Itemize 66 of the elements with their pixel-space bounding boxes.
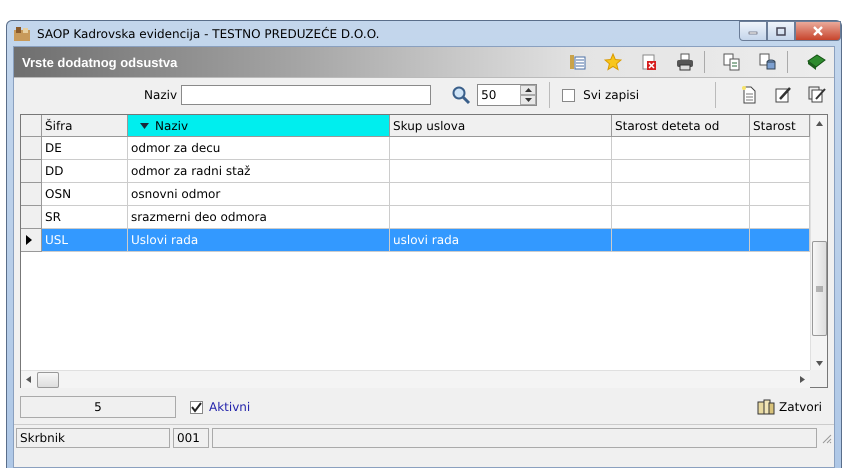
status-panel: Skrbnik bbox=[16, 428, 170, 448]
minimize-button[interactable] bbox=[739, 21, 767, 41]
print-icon[interactable] bbox=[676, 53, 694, 71]
close-button[interactable] bbox=[795, 21, 841, 41]
down-arrow-icon bbox=[524, 98, 532, 102]
help-book-icon[interactable] bbox=[806, 53, 826, 71]
close-icon bbox=[812, 26, 824, 36]
close-window-button[interactable]: Zatvori bbox=[753, 397, 826, 417]
column-header[interactable]: Naziv bbox=[128, 115, 390, 137]
scroll-thumb[interactable] bbox=[37, 372, 59, 388]
scroll-up-icon[interactable] bbox=[816, 121, 822, 126]
row-pointer-icon bbox=[26, 235, 32, 245]
all-records-checkbox[interactable] bbox=[562, 88, 576, 102]
maximize-button[interactable] bbox=[767, 21, 795, 41]
delete-document-icon[interactable] bbox=[640, 53, 658, 71]
page-size-spinner[interactable]: 50 bbox=[477, 84, 538, 106]
scroll-thumb[interactable] bbox=[812, 241, 826, 336]
active-label: Aktivni bbox=[209, 400, 250, 414]
table-cell: Uslovi rada bbox=[131, 233, 198, 247]
table-cell: USL bbox=[45, 233, 68, 247]
table-row[interactable]: OSN osnovni odmor bbox=[21, 183, 810, 206]
horizontal-scrollbar[interactable] bbox=[21, 370, 810, 388]
up-arrow-icon bbox=[524, 88, 532, 92]
panel-title: Vrste dodatnog odsustva bbox=[22, 54, 178, 70]
edit-document-icon[interactable] bbox=[774, 86, 792, 104]
resize-grip-icon[interactable] bbox=[820, 432, 832, 444]
edit-multiple-icon[interactable] bbox=[808, 86, 826, 104]
scrollbar-corner bbox=[810, 370, 827, 387]
database-document-icon[interactable] bbox=[759, 53, 777, 71]
window-title: SAOP Kadrovska evidencija - TESTNO PREDUZEĆE D.O.O. bbox=[37, 26, 380, 40]
column-header[interactable]: Skup uslova bbox=[390, 115, 612, 137]
star-icon[interactable] bbox=[604, 53, 622, 71]
table-row[interactable]: DD odmor za radni staž bbox=[21, 160, 810, 183]
app-icon bbox=[13, 26, 31, 42]
scroll-down-icon[interactable] bbox=[816, 361, 822, 366]
status-panel: 001 bbox=[173, 428, 209, 448]
sort-down-icon bbox=[140, 122, 149, 128]
search-icon[interactable] bbox=[451, 85, 472, 105]
copy-documents-icon[interactable] bbox=[723, 53, 741, 71]
table-cell: srazmerni deo odmora bbox=[131, 210, 267, 224]
new-document-icon[interactable] bbox=[740, 86, 758, 104]
table-cell: SR bbox=[45, 210, 61, 224]
active-checkbox[interactable] bbox=[190, 400, 203, 414]
table-cell: odmor za radni staž bbox=[131, 164, 250, 178]
search-field[interactable] bbox=[181, 85, 432, 105]
table-cell: DD bbox=[45, 164, 64, 178]
column-header[interactable]: Starost deteta od bbox=[612, 115, 750, 137]
grip-icon bbox=[816, 286, 822, 292]
table-cell: DE bbox=[45, 141, 62, 155]
check-icon bbox=[191, 402, 202, 412]
record-count: 5 bbox=[20, 396, 176, 418]
columns-icon[interactable] bbox=[568, 53, 586, 71]
all-records-label: Svi zapisi bbox=[583, 88, 640, 102]
maximize-icon bbox=[776, 26, 786, 36]
spin-up-button[interactable] bbox=[520, 85, 536, 95]
books-icon bbox=[757, 399, 775, 415]
scroll-right-icon[interactable] bbox=[800, 376, 805, 383]
table-row[interactable]: DE odmor za decu bbox=[21, 137, 810, 160]
spin-down-button[interactable] bbox=[520, 95, 536, 105]
scroll-left-icon[interactable] bbox=[26, 376, 31, 383]
vertical-scrollbar[interactable] bbox=[810, 115, 827, 370]
table-cell: OSN bbox=[45, 187, 72, 201]
table-cell: uslovi rada bbox=[393, 233, 460, 247]
table-cell: odmor za decu bbox=[131, 141, 220, 155]
table-cell: osnovni odmor bbox=[131, 187, 220, 201]
search-label: Naziv bbox=[144, 88, 178, 102]
